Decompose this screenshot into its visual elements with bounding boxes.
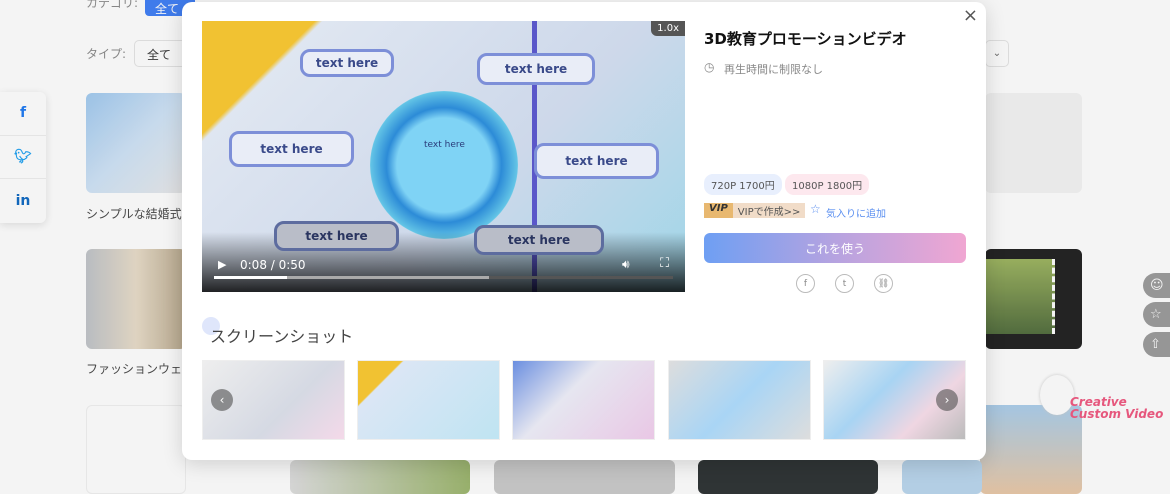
twitter-share-icon[interactable]: t xyxy=(835,274,854,293)
screenshot-thumb[interactable] xyxy=(668,360,811,440)
video-text: text here xyxy=(274,221,399,251)
vip-badge: VIP xyxy=(704,203,733,218)
price-tag-720p: 720P 1700円 xyxy=(704,174,782,195)
carousel-next-button[interactable]: › xyxy=(936,389,958,411)
vip-create-button[interactable]: VIP VIPで作成>> xyxy=(704,203,806,218)
video-circle xyxy=(370,91,518,239)
video-text: text here xyxy=(534,143,659,179)
video-seek-bar[interactable] xyxy=(214,276,673,279)
star-icon[interactable]: ☆ xyxy=(810,202,821,216)
carousel-prev-button[interactable]: ‹ xyxy=(211,389,233,411)
template-detail-modal: × text here text here text here text her… xyxy=(182,2,986,460)
video-text: text here xyxy=(424,140,465,150)
add-favorite-link[interactable]: 気入りに追加 xyxy=(826,205,886,220)
facebook-share-icon[interactable]: f xyxy=(796,274,815,293)
video-player[interactable]: text here text here text here text here … xyxy=(202,21,685,292)
vip-link: VIPで作成>> xyxy=(732,203,806,218)
video-text: text here xyxy=(229,131,354,167)
play-icon[interactable]: ▶ xyxy=(218,258,226,271)
volume-icon[interactable]: 🔊︎ xyxy=(622,257,630,272)
use-template-button[interactable]: これを使う xyxy=(704,233,966,263)
screenshot-thumb[interactable] xyxy=(512,360,655,440)
screenshot-thumb[interactable] xyxy=(357,360,500,440)
duration-text: 再生時間に制限なし xyxy=(724,63,823,76)
link-share-icon[interactable]: ⛓ xyxy=(874,274,893,293)
video-text: text here xyxy=(474,225,604,255)
clock-icon: ◷ xyxy=(704,60,715,74)
video-text: text here xyxy=(477,53,595,85)
screenshots-heading: スクリーンショット xyxy=(210,327,354,346)
template-title: 3D教育プロモーションビデオ xyxy=(704,30,907,48)
video-time: 0:08 / 0:50 xyxy=(240,258,306,272)
close-icon[interactable]: × xyxy=(963,5,978,26)
playback-speed[interactable]: 1.0x xyxy=(651,21,685,36)
fullscreen-icon[interactable]: ⛶ xyxy=(660,256,669,271)
video-text: text here xyxy=(300,49,394,77)
price-tag-1080p: 1080P 1800円 xyxy=(785,174,870,195)
